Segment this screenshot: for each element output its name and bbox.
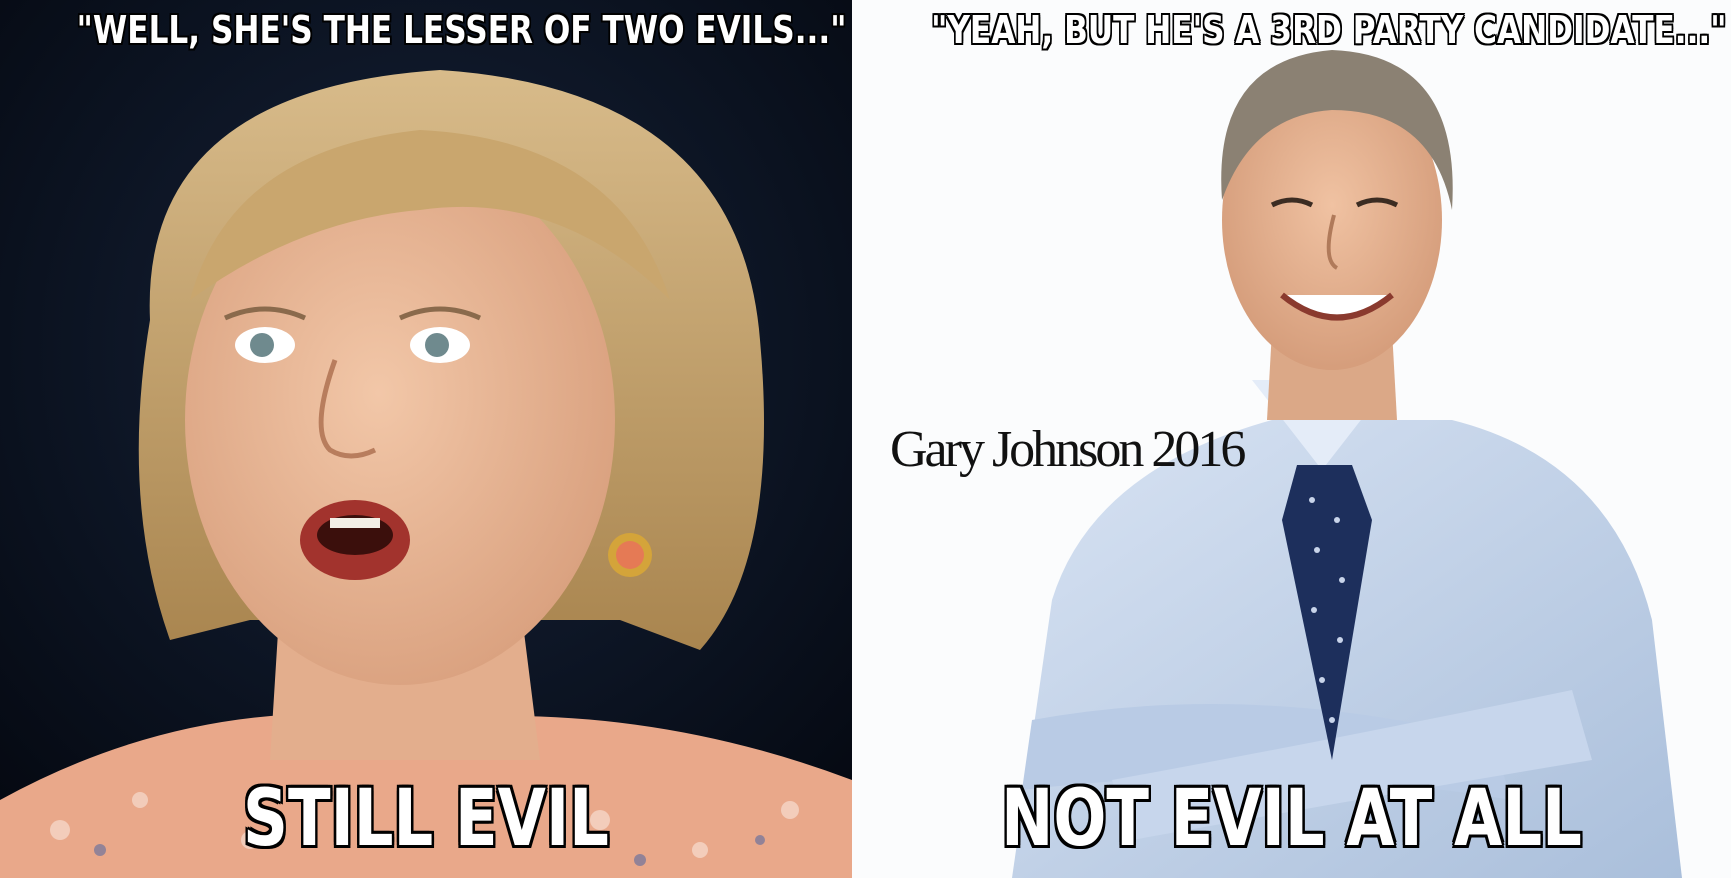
left-bottom-caption: STILL EVIL [243, 774, 609, 864]
left-meme-panel: "WELL, SHE'S THE LESSER OF TWO EVILS..."… [0, 0, 852, 878]
left-top-caption: "WELL, SHE'S THE LESSER OF TWO EVILS..." [76, 8, 847, 52]
campaign-caption: Gary Johnson 2016 [890, 421, 1246, 478]
right-meme-panel: "YEAH, BUT HE'S A 3RD PARTY CANDIDATE...… [852, 0, 1731, 878]
right-bottom-caption: NOT EVIL AT ALL [1001, 774, 1582, 864]
right-top-caption: "YEAH, BUT HE'S A 3RD PARTY CANDIDATE...… [931, 8, 1727, 52]
woman-portrait-photo [0, 0, 852, 878]
